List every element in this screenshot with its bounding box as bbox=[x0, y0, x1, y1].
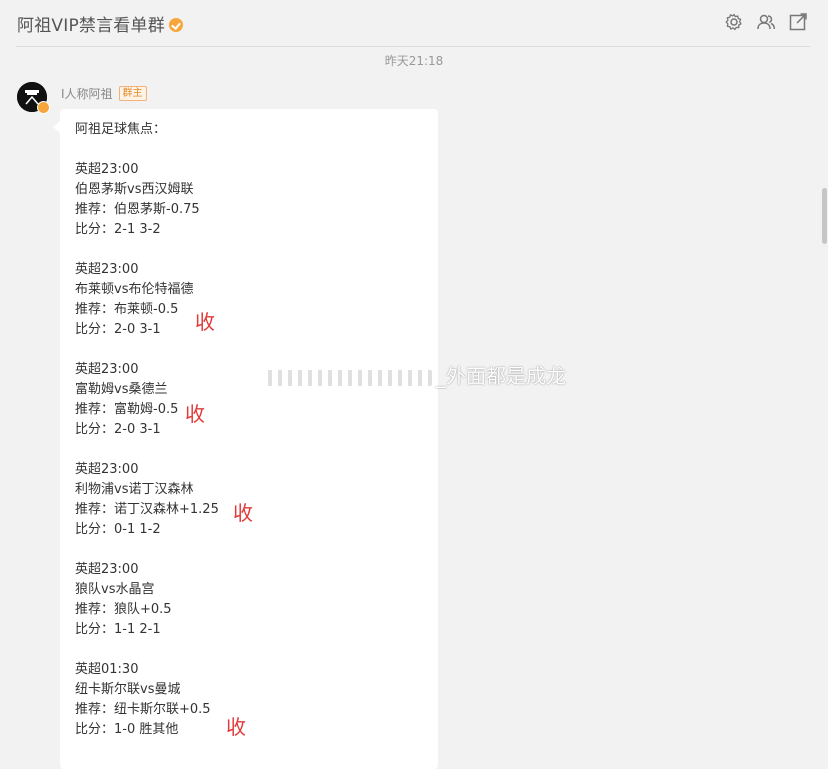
match-score: 比分：0-1 1-2 bbox=[75, 522, 161, 537]
header-divider bbox=[16, 46, 810, 47]
match-time: 英超23:00 bbox=[75, 462, 139, 477]
scrollbar[interactable] bbox=[820, 46, 828, 745]
group-members-icon[interactable] bbox=[756, 12, 776, 32]
win-mark: 收 bbox=[195, 310, 215, 334]
match-time: 英超23:00 bbox=[75, 262, 139, 277]
match-score: 比分：1-1 2-1 bbox=[75, 622, 161, 637]
match-score: 比分：1-0 胜其他 bbox=[75, 722, 179, 737]
win-mark: 收 bbox=[185, 402, 205, 426]
chat-header: 阿祖VIP禁言看单群 bbox=[0, 0, 828, 46]
match-time: 英超23:00 bbox=[75, 362, 139, 377]
match-score: 比分：2-0 3-1 bbox=[75, 422, 161, 437]
match-time: 英超23:00 bbox=[75, 162, 139, 177]
match-tip: 推荐：诺丁汉森林+1.25 bbox=[75, 502, 219, 517]
match-tip: 推荐：伯恩茅斯-0.75 bbox=[75, 202, 200, 217]
match-teams: 富勒姆vs桑德兰 bbox=[75, 382, 168, 397]
match-time: 英超23:00 bbox=[75, 562, 139, 577]
message-heading: 阿祖足球焦点： bbox=[75, 122, 167, 137]
match-time: 英超01:30 bbox=[75, 662, 139, 677]
sender-name[interactable]: I人称阿祖 bbox=[61, 85, 113, 102]
match-tip: 推荐：布莱顿-0.5 bbox=[75, 302, 179, 317]
gear-icon[interactable] bbox=[724, 12, 744, 32]
match-tip: 推荐：狼队+0.5 bbox=[75, 602, 172, 617]
match-score: 比分：2-1 3-2 bbox=[75, 222, 161, 237]
match-teams: 狼队vs水晶宫 bbox=[75, 582, 155, 597]
watermark: _外面都是成龙 bbox=[262, 360, 566, 389]
sender-info: I人称阿祖 群主 bbox=[61, 85, 147, 102]
verified-badge-icon bbox=[37, 101, 50, 114]
group-owner-badge: 群主 bbox=[118, 86, 147, 101]
match-score: 比分：2-0 3-1 bbox=[75, 322, 161, 337]
watermark-text: _外面都是成龙 bbox=[436, 364, 566, 388]
vip-verified-icon bbox=[168, 17, 183, 32]
match-tip: 推荐：富勒姆-0.5 bbox=[75, 402, 179, 417]
popout-icon[interactable] bbox=[788, 12, 808, 32]
match-teams: 布莱顿vs布伦特福德 bbox=[75, 282, 194, 297]
match-teams: 伯恩茅斯vs西汉姆联 bbox=[75, 182, 194, 197]
avatar[interactable] bbox=[17, 82, 50, 114]
match-tip: 推荐：纽卡斯尔联+0.5 bbox=[75, 702, 211, 717]
win-mark: 收 bbox=[226, 715, 246, 739]
group-title-text: 阿祖VIP禁言看单群 bbox=[17, 16, 165, 36]
match-teams: 纽卡斯尔联vs曼城 bbox=[75, 682, 181, 697]
message-timestamp: 昨天21:18 bbox=[384, 54, 444, 68]
win-mark: 收 bbox=[233, 501, 253, 525]
match-teams: 利物浦vs诺丁汉森林 bbox=[75, 482, 194, 497]
scrollbar-thumb[interactable] bbox=[822, 188, 827, 244]
header-actions bbox=[724, 12, 808, 32]
blurred-watermark-text bbox=[262, 369, 432, 386]
group-title: 阿祖VIP禁言看单群 bbox=[17, 11, 183, 36]
